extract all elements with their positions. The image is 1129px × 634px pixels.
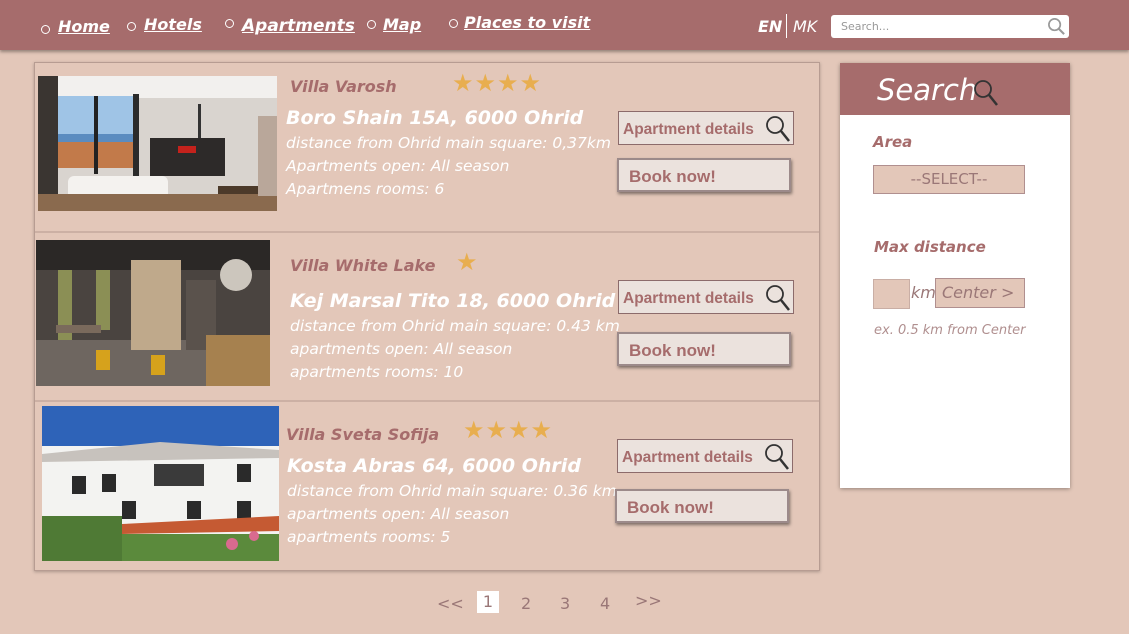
apartment-list: Villa Varosh ★★★★ Boro Shain 15A, 6000 O… xyxy=(34,62,820,571)
apartment-details-button[interactable]: Apartment details xyxy=(618,111,794,145)
nav-apartments-link[interactable]: Apartments xyxy=(242,16,355,36)
magnifier-icon xyxy=(766,116,790,142)
listing-card: Villa White Lake ★ Kej Marsal Tito 18, 6… xyxy=(35,231,819,402)
pagination-page[interactable]: 3 xyxy=(560,594,570,613)
bullet-icon xyxy=(41,25,50,34)
pagination-page[interactable]: 4 xyxy=(600,594,610,613)
listing-open: Apartments open: All season xyxy=(286,157,510,175)
book-now-button[interactable]: Book now! xyxy=(617,158,791,192)
listing-address: Kosta Abras 64, 6000 Ohrid xyxy=(287,455,581,477)
listing-rooms: Apartmens rooms: 6 xyxy=(286,180,445,198)
bullet-icon xyxy=(367,20,376,29)
km-input[interactable] xyxy=(873,279,910,309)
nav-places-link[interactable]: Places to visit xyxy=(464,13,590,32)
top-search-input[interactable] xyxy=(831,16,1041,37)
lang-mk-link[interactable]: MK xyxy=(793,17,817,36)
nav-home-link[interactable]: Home xyxy=(58,17,110,36)
bullet-icon xyxy=(127,22,136,31)
apartment-details-label: Apartment details xyxy=(623,121,754,138)
search-icon[interactable] xyxy=(1047,17,1066,36)
lang-divider xyxy=(786,14,787,38)
area-label: Area xyxy=(873,133,913,151)
listing-info: distance from Ohrid main square: 0.43 km… xyxy=(290,315,620,384)
distance-hint: ex. 0.5 km from Center xyxy=(874,323,1026,338)
top-search-box xyxy=(831,15,1069,38)
nav-map-link[interactable]: Map xyxy=(383,15,421,34)
search-panel: Search Area --SELECT-- Max distance km C… xyxy=(840,63,1070,488)
pagination-page-current[interactable]: 1 xyxy=(477,591,499,613)
listing-address: Kej Marsal Tito 18, 6000 Ohrid xyxy=(290,290,616,312)
book-now-button[interactable]: Book now! xyxy=(615,489,789,523)
listing-rooms: apartments rooms: 10 xyxy=(290,363,464,381)
lang-en-link[interactable]: EN xyxy=(758,17,782,36)
apartment-details-label: Apartment details xyxy=(623,290,754,307)
bullet-icon xyxy=(449,19,458,28)
search-panel-header: Search xyxy=(840,63,1070,115)
listing-info: distance from Ohrid main square: 0,37km … xyxy=(286,132,611,201)
listing-open: apartments open: All season xyxy=(290,340,513,358)
apartment-details-button[interactable]: Apartment details xyxy=(618,280,794,314)
listing-card: Villa Sveta Sofija ★★★★ Kosta Abras 64, … xyxy=(35,400,819,570)
book-now-button[interactable]: Book now! xyxy=(617,332,791,366)
star-rating: ★★★★ xyxy=(452,69,543,97)
top-nav-bar: Home Hotels Apartments Map Places to vis… xyxy=(0,0,1129,50)
bullet-icon xyxy=(225,19,234,28)
pagination-page[interactable]: 2 xyxy=(521,594,531,613)
max-distance-label: Max distance xyxy=(874,238,986,256)
listing-name[interactable]: Villa Sveta Sofija xyxy=(286,425,439,444)
apartment-details-button[interactable]: Apartment details xyxy=(617,439,793,473)
star-rating: ★ xyxy=(456,248,479,276)
apartment-details-label: Apartment details xyxy=(622,449,753,466)
listing-name[interactable]: Villa Varosh xyxy=(290,77,397,96)
search-panel-title: Search xyxy=(877,73,978,107)
listing-photo[interactable] xyxy=(38,76,277,211)
area-select[interactable]: --SELECT-- xyxy=(873,165,1025,194)
listing-distance: distance from Ohrid main square: 0,37km xyxy=(286,134,611,152)
listing-photo[interactable] xyxy=(36,240,270,386)
listing-info: distance from Ohrid main square: 0.36 km… xyxy=(287,480,617,549)
listing-open: apartments open: All season xyxy=(287,505,510,523)
magnifier-icon xyxy=(765,444,789,470)
listing-name[interactable]: Villa White Lake xyxy=(290,256,435,275)
listing-distance: distance from Ohrid main square: 0.43 km xyxy=(290,317,620,335)
listing-address: Boro Shain 15A, 6000 Ohrid xyxy=(286,107,584,129)
star-rating: ★★★★ xyxy=(463,416,554,444)
pagination-prev[interactable]: << xyxy=(437,594,464,613)
pagination-next[interactable]: >> xyxy=(635,591,662,610)
search-icon[interactable] xyxy=(972,78,1000,108)
listing-card: Villa Varosh ★★★★ Boro Shain 15A, 6000 O… xyxy=(35,63,819,233)
listing-distance: distance from Ohrid main square: 0.36 km xyxy=(287,482,617,500)
nav-hotels-link[interactable]: Hotels xyxy=(144,15,202,34)
listing-rooms: apartments rooms: 5 xyxy=(287,528,451,546)
magnifier-icon xyxy=(766,285,790,311)
listing-photo[interactable] xyxy=(42,406,279,561)
center-select-button[interactable]: Center > xyxy=(935,278,1025,308)
km-unit-label: km xyxy=(911,283,936,302)
